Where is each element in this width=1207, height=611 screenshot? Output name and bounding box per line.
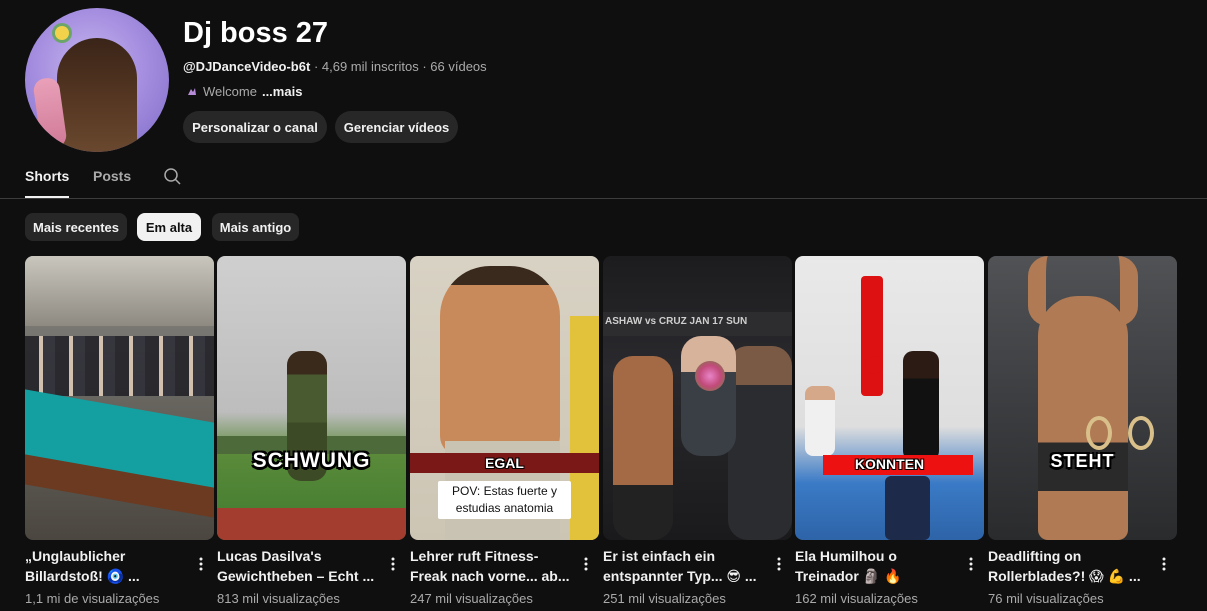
thumbnail-banner: ASHAW vs CRUZ JAN 17 SUN [603,312,792,336]
channel-handle: @DJDanceVideo-b6t [183,59,311,74]
thumbnail-caption: STEHT [1050,451,1115,471]
channel-meta: @DJDanceVideo-b6t · 4,69 mil inscritos ·… [183,59,487,74]
short-thumbnail[interactable]: SCHWUNG [217,256,406,540]
more-options-icon[interactable] [578,556,594,572]
short-title[interactable]: Lucas Dasilva's Gewichtheben – Echt ... [217,546,377,586]
meta-separator: · [313,59,322,74]
thumbnail-caption: EGAL [485,455,524,471]
short-title[interactable]: Deadlifting on Rollerblades?! 😱 💪 ... [988,546,1148,586]
chip-trending[interactable]: Em alta [137,213,201,241]
short-thumbnail[interactable]: STEHT [988,256,1177,540]
short-thumbnail[interactable] [25,256,214,540]
short-card[interactable]: „Unglaublicher Billardstoß! 🧿 ... 1,1 mi … [25,256,214,606]
short-card[interactable]: ASHAW vs CRUZ JAN 17 SUN Er ist einfach … [603,256,792,606]
chip-oldest[interactable]: Mais antigo [212,213,299,241]
short-views: 76 mil visualizações [988,591,1104,606]
thumbnail-overlay-text: POV: Estas fuerte y estudias anatomia [438,481,571,519]
short-views: 162 mil visualizações [795,591,918,606]
channel-avatar[interactable] [25,8,169,152]
short-views: 1,1 mi de visualizações [25,591,160,606]
channel-name: Dj boss 27 [183,17,329,49]
channel-description[interactable]: Welcome ...mais [186,84,302,99]
short-views: 247 mil visualizações [410,591,533,606]
short-thumbnail[interactable]: KONNTEN [795,256,984,540]
thumbnail-caption: SCHWUNG [252,449,371,472]
channel-tabs: Shorts Posts [0,158,1207,199]
short-card[interactable]: KONNTEN Ela Humilhou oTreinador 🗿 🔥 #sho… [795,256,984,606]
short-views: 813 mil visualizações [217,591,340,606]
short-views: 251 mil visualizações [603,591,726,606]
more-options-icon[interactable] [193,556,209,572]
search-icon[interactable] [163,167,181,185]
short-title[interactable]: Lehrer ruft Fitness- Freak nach vorne... … [410,546,570,586]
more-options-icon[interactable] [1156,556,1172,572]
manage-videos-button[interactable]: Gerenciar vídeos [335,111,458,143]
short-title[interactable]: „Unglaublicher Billardstoß! 🧿 ... [25,546,185,586]
more-options-icon[interactable] [963,556,979,572]
short-title[interactable]: Er ist einfach ein entspannter Typ... 😎 .… [603,546,763,586]
more-options-icon[interactable] [385,556,401,572]
tab-posts[interactable]: Posts [93,168,131,184]
subscriber-count: 4,69 mil inscritos [321,59,419,74]
more-options-icon[interactable] [771,556,787,572]
chip-most-recent[interactable]: Mais recentes [25,213,127,241]
short-card[interactable]: STEHT Deadlifting on Rollerblades?! 😱 💪 .… [988,256,1177,606]
short-thumbnail[interactable]: EGAL POV: Estas fuerte y estudias anatom… [410,256,599,540]
tab-shorts[interactable]: Shorts [25,168,70,198]
short-title[interactable]: Ela Humilhou oTreinador 🗿 🔥 #shorts [795,546,955,586]
video-count: 66 vídeos [430,59,487,74]
description-text: Welcome [203,84,257,99]
customize-channel-button[interactable]: Personalizar o canal [183,111,327,143]
short-thumbnail[interactable]: ASHAW vs CRUZ JAN 17 SUN [603,256,792,540]
short-card[interactable]: SCHWUNG Lucas Dasilva's Gewichtheben – Ec… [217,256,406,606]
thumbnail-caption: KONNTEN [854,456,925,472]
short-card[interactable]: EGAL POV: Estas fuerte y estudias anatom… [410,256,599,606]
wave-icon [188,87,196,95]
more-link[interactable]: ...mais [262,84,302,99]
